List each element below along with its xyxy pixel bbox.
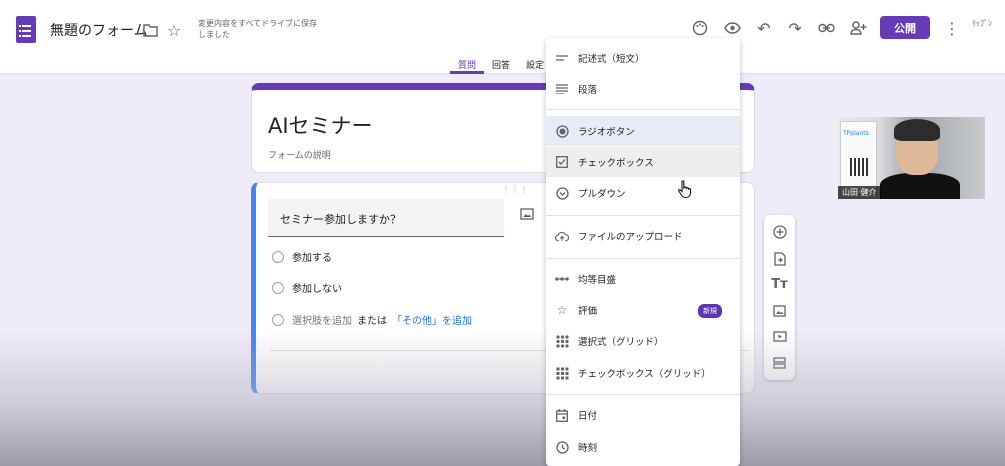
drag-handle-icon[interactable]: ⋮⋮⋮ — [502, 185, 529, 194]
radio-icon — [272, 281, 284, 294]
menu-item-label: チェックボックス — [578, 158, 654, 169]
radio-icon — [272, 313, 284, 326]
menu-item-time[interactable]: 時刻 — [546, 432, 740, 462]
menu-item-multiple-choice-grid[interactable]: 選択式（グリッド） — [546, 326, 740, 356]
star-icon: ☆ — [556, 303, 568, 317]
form-title-input[interactable]: 無題のフォーム — [50, 20, 148, 40]
presenter-video: TPplants 山田 健介 — [838, 117, 985, 199]
clock-icon — [555, 440, 569, 454]
checkbox-icon — [555, 155, 569, 169]
hand-cursor-icon — [678, 180, 692, 202]
form-description[interactable]: フォームの説明 — [268, 148, 331, 161]
menu-item-dropdown[interactable]: プルダウン — [546, 178, 740, 208]
form-tabs: 質問 回答 設定 — [450, 52, 552, 74]
tab-responses[interactable]: 回答 — [484, 52, 518, 74]
publish-button[interactable]: 公開 — [880, 16, 930, 39]
presenter-name: 山田 健介 — [838, 186, 881, 199]
tab-questions[interactable]: 質問 — [450, 52, 485, 74]
menu-item-rating[interactable]: ☆ 評価 新規 — [546, 295, 740, 325]
forms-logo-icon[interactable] — [16, 16, 36, 43]
or-label: または — [357, 316, 387, 327]
account-logo[interactable]: ﾘｯﾌﾟﾝ — [972, 18, 992, 29]
add-other-button[interactable]: 「その他」を追加 — [392, 312, 472, 327]
add-question-icon[interactable] — [772, 224, 787, 239]
more-vertical-icon[interactable]: ⋮ — [940, 16, 964, 40]
dropdown-icon — [555, 186, 569, 200]
option-label[interactable]: 参加する — [292, 249, 332, 264]
menu-item-label: プルダウン — [578, 189, 626, 200]
new-badge: 新規 — [698, 304, 722, 318]
radio-icon — [555, 124, 569, 138]
brand-label: TPplants — [843, 130, 869, 137]
menu-divider — [546, 109, 740, 110]
option-row: 参加する — [272, 249, 332, 264]
import-questions-icon[interactable] — [772, 251, 787, 266]
top-bar: 無題のフォーム ☆ 変更内容をすべてドライブに保存しました ↶ ↷ 公開 ⋮ ﾘ… — [0, 0, 1005, 74]
preview-eye-icon[interactable] — [720, 16, 744, 40]
presenter-hair — [894, 119, 940, 141]
save-status: 変更内容をすべてドライブに保存しました — [198, 19, 318, 39]
menu-item-label: 記述式（短文） — [578, 54, 645, 65]
menu-item-checkbox-grid[interactable]: チェックボックス（グリッド） — [546, 358, 740, 388]
menu-item-label: 時刻 — [578, 443, 598, 454]
paragraph-icon — [555, 82, 569, 96]
radio-icon — [272, 250, 284, 263]
folder-icon[interactable] — [138, 18, 162, 42]
menu-item-label: チェックボックス（グリッド） — [578, 369, 711, 380]
menu-item-file-upload[interactable]: ファイルのアップロード — [546, 221, 740, 251]
add-collaborator-icon[interactable] — [846, 16, 870, 40]
qr-code-icon — [850, 158, 868, 176]
linear-scale-icon — [555, 272, 569, 286]
undo-icon[interactable]: ↶ — [752, 16, 776, 40]
menu-item-label: ファイルのアップロード — [578, 232, 683, 243]
video-scrub-handle[interactable] — [610, 458, 620, 466]
option-label[interactable]: 参加しない — [292, 280, 342, 295]
menu-item-paragraph[interactable]: 段落 — [546, 74, 740, 104]
add-option-row: 選択肢を追加 または 「その他」を追加 — [272, 312, 472, 327]
add-section-icon[interactable] — [772, 355, 787, 370]
menu-divider — [546, 258, 740, 259]
menu-item-short-answer[interactable]: 記述式（短文） — [546, 43, 740, 73]
menu-divider — [546, 394, 740, 395]
add-option-button[interactable]: 選択肢を追加 — [292, 312, 352, 327]
question-input[interactable]: セミナー参加しますか？ — [268, 199, 504, 237]
add-image-icon[interactable] — [772, 303, 787, 318]
palette-icon[interactable] — [688, 16, 712, 40]
star-icon[interactable]: ☆ — [162, 18, 186, 42]
menu-item-date[interactable]: 日付 — [546, 400, 740, 430]
menu-item-label: 評価 — [578, 306, 598, 317]
menu-item-label: 日付 — [578, 411, 598, 422]
cloud-upload-icon — [555, 229, 569, 243]
menu-item-checkbox[interactable]: チェックボックス — [546, 147, 740, 177]
calendar-icon — [555, 408, 569, 422]
add-video-icon[interactable] — [772, 329, 787, 344]
menu-item-radio[interactable]: ラジオボタン — [546, 116, 740, 146]
menu-item-label: 段落 — [578, 85, 598, 96]
redo-icon[interactable]: ↷ — [783, 16, 807, 40]
menu-item-linear-scale[interactable]: 均等目盛 — [546, 264, 740, 294]
grid-check-icon — [555, 366, 569, 380]
link-icon[interactable] — [814, 16, 838, 40]
form-title[interactable]: AIセミナー — [268, 110, 373, 140]
add-image-icon[interactable] — [520, 208, 534, 220]
floating-toolbar: Tт — [764, 215, 795, 380]
add-title-icon[interactable]: Tт — [771, 277, 787, 292]
menu-item-label: ラジオボタン — [578, 127, 635, 138]
business-card: TPplants — [840, 121, 877, 195]
option-row: 参加しない — [272, 280, 342, 295]
menu-item-label: 均等目盛 — [578, 275, 617, 286]
presenter-body — [880, 173, 960, 199]
question-type-menu: 記述式（短文） 段落 ラジオボタン チェックボックス プルダウン ファイルのアッ… — [546, 38, 740, 466]
menu-divider — [546, 215, 740, 216]
menu-item-label: 選択式（グリッド） — [578, 337, 664, 348]
short-answer-icon — [555, 51, 569, 65]
grid-icon — [555, 334, 569, 348]
